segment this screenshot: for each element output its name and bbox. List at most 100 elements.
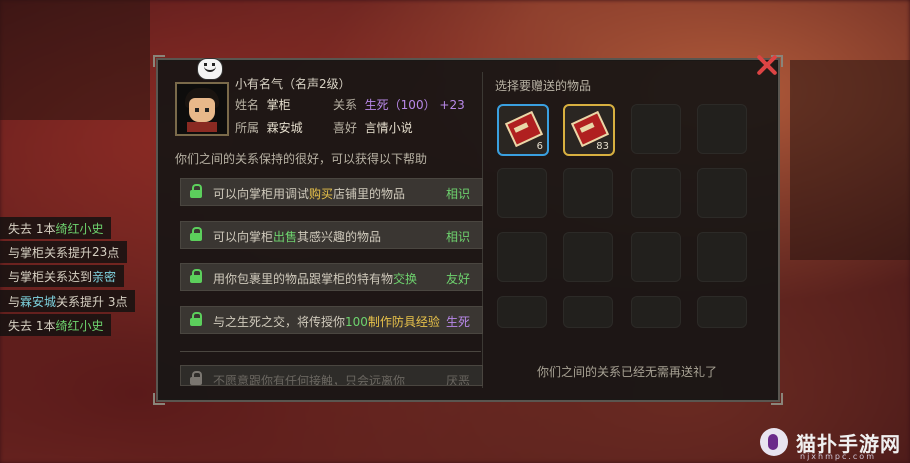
gift-slot-empty[interactable] [631,168,681,218]
site-watermark: 猫扑手游网 njxhmpc.com [760,424,910,463]
lock-body [190,190,202,198]
log-text: 失去 1本 [8,221,56,236]
gift-slot[interactable]: 6 [497,104,549,156]
locked-icon [189,371,203,385]
text-part: 用你包裹里的物品跟掌柜的特有物 [213,272,394,286]
npc-hobby-line: 喜好 言情小说 [333,119,413,136]
log-text: 与掌柜关系提升 [8,245,93,260]
item-count: 6 [536,141,543,152]
gift-panel-title: 选择要赠送的物品 [495,79,592,93]
gift-slot-empty[interactable] [563,296,613,328]
close-button[interactable] [752,50,782,80]
npc-relation-line: 关系 生死（100） +23 [333,96,465,113]
help-row-text: 与之生死之交，将传授你100制作防具经验 [213,313,440,330]
log-text: 点 [107,245,120,260]
gift-slot-empty[interactable] [497,232,547,282]
frame-corner [771,393,783,405]
frame-corner [153,55,165,67]
help-row-text: 用你包裹里的物品跟掌柜的特有物交换 [213,270,417,287]
npc-fame: 小有名气（名声2级） [235,77,351,91]
gift-slot-empty[interactable] [563,168,613,218]
gift-slot[interactable]: 83 [563,104,615,156]
help-description: 你们之间的关系保持的很好，可以获得以下帮助 [175,152,428,166]
log-highlight: 霖安城 [20,294,57,309]
background-building [0,0,150,120]
lock-body [190,233,202,241]
name-label: 姓名 [235,98,260,112]
npc-affiliation: 霖安城 [266,121,303,135]
portrait-body [187,122,217,132]
emote-eye [204,63,207,66]
log-text: 失去 1本 [8,318,56,333]
help-row-sell: 可以向掌柜出售其感兴趣的物品 相识 [180,221,483,249]
text-part: 不愿意跟你有任何接触，只会远离你 [213,374,406,386]
npc-name: 掌柜 [266,98,291,112]
gift-slot-empty[interactable] [697,104,747,154]
npc-hobby: 言情小说 [364,121,413,135]
help-row-teach: 与之生死之交，将传授你100制作防具经验 生死 [180,306,483,334]
text-highlight: 交换 [393,272,418,286]
log-text: 与 [8,294,21,309]
relation-level: 生死 [364,98,389,112]
log-highlight: 绮红小史 [55,318,104,333]
gift-slot-empty[interactable] [497,168,547,218]
item-count: 83 [596,141,609,152]
frame-corner [153,393,165,405]
gift-slot-empty[interactable] [631,232,681,282]
text-part: 制作防具经验 [367,315,440,329]
lock-body [190,275,202,283]
unlocked-icon [189,312,203,326]
relation-delta: +23 [439,98,465,112]
text-part: 可以向掌柜 [213,230,274,244]
required-level: 相识 [445,187,470,201]
npc-affiliation-line: 所属 霖安城 [235,119,303,136]
gift-slot-empty[interactable] [497,296,547,328]
log-entry: 失去 1本 绮红小史 [0,314,112,336]
relation-points: （100） [388,98,436,112]
text-part: 可以向掌柜用调试 [213,187,310,201]
help-row-separator [180,351,481,352]
unlocked-icon [189,269,203,283]
emote-smile-icon [197,58,223,80]
background-building [790,60,910,260]
log-entry: 与掌柜关系提升 23 点 [0,241,128,263]
portrait-eye [195,108,199,112]
text-highlight: 购买 [309,187,334,201]
required-level: 相识 [445,230,470,244]
help-row-text: 可以向掌柜出售其感兴趣的物品 [213,228,381,245]
help-row-hostile: 不愿意跟你有任何接触，只会远离你 厌恶 [180,365,483,386]
help-row-text: 不愿意跟你有任何接触，只会远离你 [213,372,406,386]
gift-slot-empty[interactable] [563,232,613,282]
portrait-eye [205,108,209,112]
log-entry: 失去 1本 绮红小史 [0,217,112,239]
required-level: 友好 [445,272,470,286]
text-highlight: 出售 [273,230,298,244]
text-part: 与之生死之交，将传授你 [213,315,346,329]
log-highlight: 23 [92,245,108,259]
log-highlight: 绮红小史 [55,221,104,236]
emote-eye [212,63,215,66]
required-level: 生死 [445,315,470,329]
affiliation-label: 所属 [235,121,260,135]
help-row-text: 可以向掌柜用调试购买店铺里的物品 [213,185,405,202]
npc-portrait [175,82,229,136]
unlocked-icon [189,184,203,198]
watermark-url: njxhmpc.com [800,452,876,461]
gift-slot-empty[interactable] [697,168,747,218]
gift-slot-empty[interactable] [631,296,681,328]
gift-slot-empty[interactable] [697,296,747,328]
no-gift-message: 你们之间的关系已经无需再送礼了 [537,365,718,379]
help-row-exchange: 用你包裹里的物品跟掌柜的特有物交换 友好 [180,263,483,291]
npc-name-line: 姓名 掌柜 [235,96,291,113]
gift-slot-empty[interactable] [697,232,747,282]
unlocked-icon [189,227,203,241]
text-highlight: 100 [345,315,368,329]
text-part: 其感兴趣的物品 [297,230,382,244]
gift-slot-empty[interactable] [631,104,681,154]
text-part: 店铺里的物品 [333,187,406,201]
required-level: 厌恶 [445,374,470,386]
help-row-buy: 可以向掌柜用调试购买店铺里的物品 相识 [180,178,483,206]
lock-body [190,318,202,326]
portrait-face [189,98,215,122]
lock-body [190,377,202,385]
